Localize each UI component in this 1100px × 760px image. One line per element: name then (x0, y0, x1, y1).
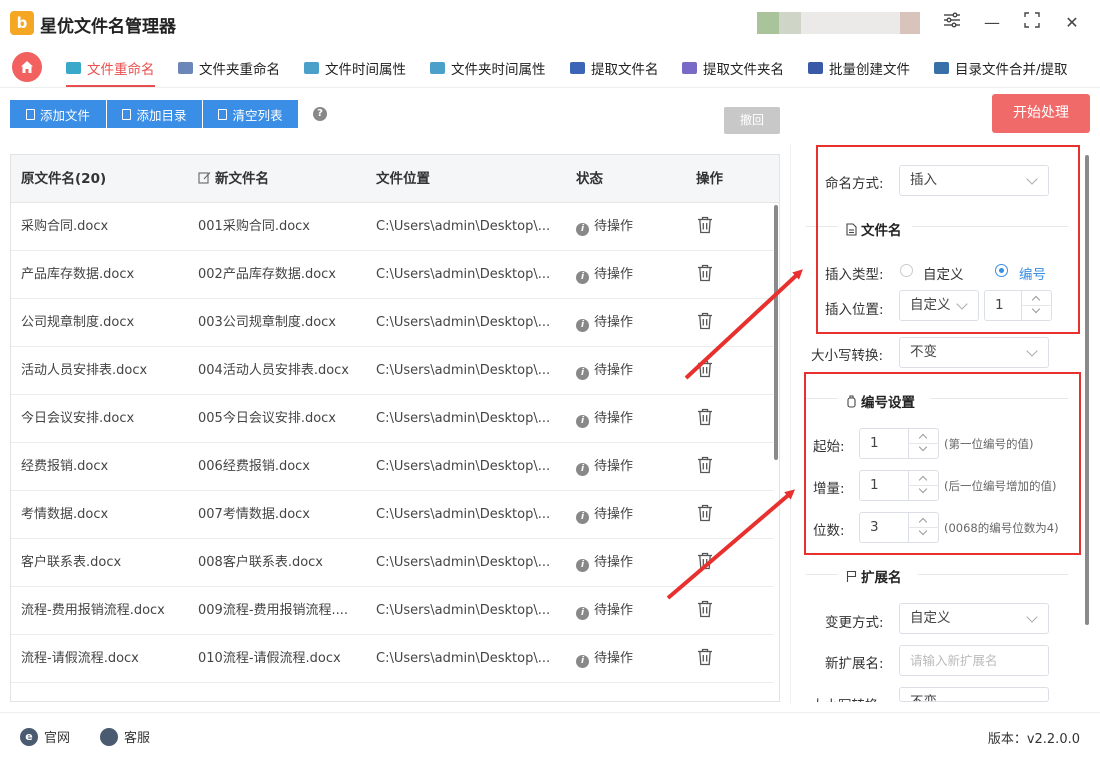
website-icon: e (20, 727, 38, 746)
website-label: 官网 (44, 731, 71, 746)
arrow-to-filename-box (684, 269, 803, 380)
footer: e 官网 客服 版本：v2.2.0.0 (0, 712, 1100, 760)
support-link[interactable]: 客服 (100, 727, 150, 746)
website-link[interactable]: e 官网 (20, 727, 70, 746)
annotation-arrows (666, 269, 803, 600)
arrow-to-numbering-box (666, 489, 796, 600)
support-label: 客服 (124, 731, 151, 746)
app-window: b 星优文件名管理器 — ✕ 文件重命名 文件夹重命名 文件时间属性 文件夹时间… (0, 0, 1100, 760)
version-label: 版本：v2.2.0.0 (987, 732, 1080, 747)
chat-bubble-icon (100, 727, 118, 746)
